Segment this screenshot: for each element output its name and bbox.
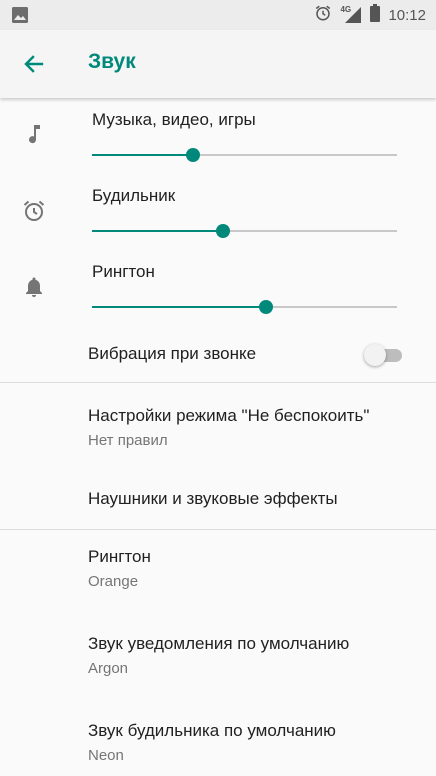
alarm-sound-summary: Neon <box>88 747 124 764</box>
slider-thumb[interactable] <box>216 224 231 238</box>
alarm-icon <box>22 199 46 223</box>
slider-fill <box>92 306 266 308</box>
vibration-toggle[interactable] <box>364 344 404 366</box>
volume-label-media: Музыка, видео, игры <box>92 110 256 129</box>
vibration-label: Вибрация при звонке <box>88 344 257 363</box>
dnd-settings-summary: Нет правил <box>88 432 168 449</box>
volume-label-alarm: Будильник <box>92 186 176 205</box>
dnd-settings-item[interactable]: Настройки режима "Не беспокоить" Нет пра… <box>0 406 436 454</box>
signal-icon: 4G <box>340 5 362 24</box>
volume-slider-alarm[interactable] <box>92 224 397 238</box>
volume-label-ringtone: Рингтон <box>92 262 155 281</box>
slider-fill <box>92 154 193 156</box>
page-title: Звук <box>88 50 136 73</box>
music-note-icon <box>22 122 46 146</box>
divider <box>0 529 436 530</box>
ringtone-title: Рингтон <box>88 547 151 566</box>
alarm-icon <box>314 4 332 27</box>
volume-row-alarm: Будильник <box>0 186 436 262</box>
toggle-thumb <box>364 344 386 366</box>
ringtone-item[interactable]: Рингтон Orange <box>0 547 436 595</box>
volume-slider-ringtone[interactable] <box>92 300 397 314</box>
ringtone-summary: Orange <box>88 573 139 590</box>
volume-row-media: Музыка, видео, игры <box>0 110 436 186</box>
dnd-settings-title: Настройки режима "Не беспокоить" <box>88 406 370 425</box>
battery-icon <box>370 3 381 27</box>
volume-slider-media[interactable] <box>92 148 397 162</box>
alarm-sound-title: Звук будильника по умолчанию <box>88 721 336 740</box>
divider <box>0 382 436 383</box>
arrow-back-icon[interactable] <box>22 52 46 76</box>
image-icon <box>12 7 28 28</box>
vibration-row[interactable]: Вибрация при звонке <box>0 334 436 378</box>
app-bar: Звук <box>0 30 436 98</box>
slider-thumb[interactable] <box>185 148 200 162</box>
volume-row-ringtone: Рингтон <box>0 262 436 338</box>
bell-icon <box>22 275 46 299</box>
slider-thumb[interactable] <box>258 300 273 314</box>
status-time: 10:12 <box>388 6 426 24</box>
alarm-sound-item[interactable]: Звук будильника по умолчанию Neon <box>0 721 436 769</box>
slider-fill <box>92 230 224 232</box>
notification-sound-title: Звук уведомления по умолчанию <box>88 634 350 653</box>
status-bar: 4G 10:12 <box>0 0 436 30</box>
headphones-effects-item[interactable]: Наушники и звуковые эффекты <box>0 489 436 517</box>
headphones-effects-title: Наушники и звуковые эффекты <box>88 489 338 508</box>
notification-sound-item[interactable]: Звук уведомления по умолчанию Argon <box>0 634 436 682</box>
notification-sound-summary: Argon <box>88 660 129 677</box>
